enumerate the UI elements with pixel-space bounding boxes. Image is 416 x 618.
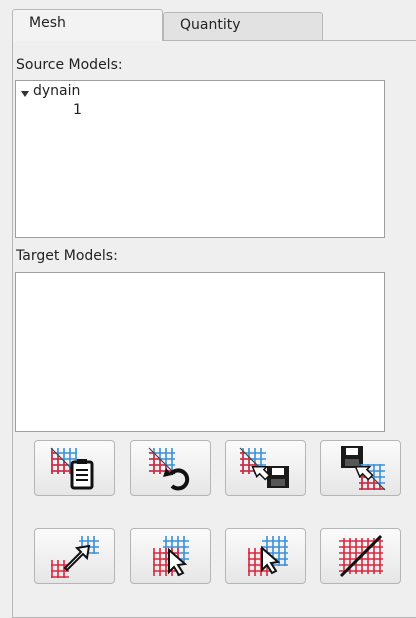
expand-arrow-icon[interactable] [21,91,29,97]
map-arrow-icon [50,536,99,578]
mesh-slash-icon [338,534,383,578]
target-models-list[interactable] [15,272,385,432]
tab-quantity[interactable]: Quantity [163,12,323,40]
tree-item-label: 1 [73,102,82,118]
mesh-slash-button[interactable] [320,528,401,584]
tab-mesh[interactable]: Mesh [12,9,163,41]
mesh-undo-button[interactable] [130,440,211,496]
source-models-label: Source Models: [16,57,123,73]
map-arrow-button[interactable] [34,528,115,584]
target-models-label: Target Models: [16,248,118,264]
mesh-save-icon [239,447,289,488]
mesh-save-button[interactable] [225,440,306,496]
save-to-mesh-icon [340,446,385,491]
select-blue-mesh-button[interactable] [225,528,306,584]
mesh-clipboard-icon [50,447,93,490]
select-overlay-button[interactable] [130,528,211,584]
tree-item-1[interactable]: 1 [73,102,82,118]
save-to-mesh-button[interactable] [320,440,401,496]
mesh-clipboard-button[interactable] [34,440,115,496]
source-models-tree[interactable]: dynain 1 [15,80,385,238]
tab-bar: Mesh Quantity [12,9,416,41]
select-blue-mesh-icon [247,536,288,576]
select-overlay-icon [152,536,189,577]
mesh-undo-icon [148,447,189,491]
tab-mesh-label: Mesh [29,15,66,31]
tree-item-dynain[interactable]: dynain [16,83,136,101]
tab-quantity-label: Quantity [180,17,241,33]
tree-item-label: dynain [33,83,81,99]
